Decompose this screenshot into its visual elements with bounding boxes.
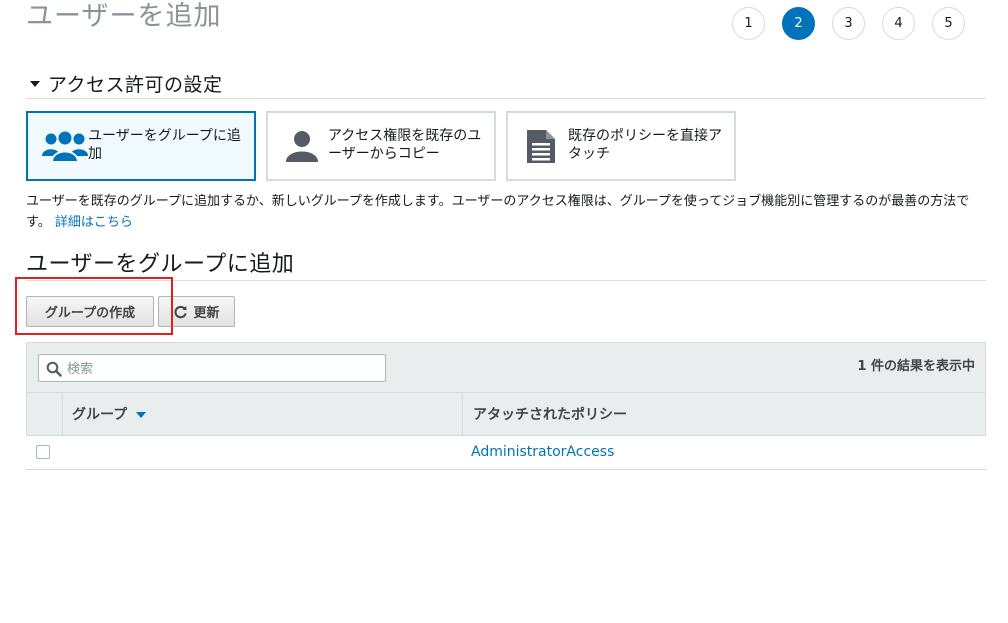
permissions-description: ユーザーを既存のグループに追加するか、新しいグループを作成します。ユーザーのアク… (26, 191, 986, 233)
step-5-button[interactable]: 5 (932, 7, 965, 40)
column-header-group-label: グループ (72, 407, 128, 423)
permissions-section-title: アクセス許可の設定 (48, 74, 223, 96)
column-header-policy[interactable]: アタッチされたポリシー (473, 393, 973, 435)
sort-descending-icon (136, 412, 147, 418)
row-policy-link[interactable]: AdministratorAccess (471, 444, 614, 460)
permissions-section-header[interactable]: アクセス許可の設定 (26, 70, 986, 99)
option-add-to-group[interactable]: ユーザーをグループに追加 (26, 111, 256, 181)
page-title: ユーザーを追加 (26, 1, 222, 32)
option-copy-permissions[interactable]: アクセス権限を既存のユーザーからコピー (266, 111, 496, 181)
option-attach-policy-label: 既存のポリシーを直接アタッチ (568, 128, 722, 162)
group-section-title: ユーザーをグループに追加 (26, 252, 295, 277)
grid-toolbar: 1 件の結果を表示中 (26, 342, 986, 393)
column-divider (62, 393, 63, 435)
user-icon (282, 128, 322, 164)
users-group-icon (42, 128, 88, 164)
table-row[interactable]: AdministratorAccess (26, 436, 986, 470)
row-checkbox[interactable] (36, 445, 50, 459)
column-header-policy-label: アタッチされたポリシー (473, 407, 627, 423)
caret-down-icon (30, 81, 40, 87)
refresh-icon (173, 304, 188, 319)
grid-header: グループ アタッチされたポリシー (26, 393, 986, 436)
search-input[interactable] (65, 357, 379, 381)
column-divider (462, 393, 463, 435)
option-add-to-group-label: ユーザーをグループに追加 (88, 128, 241, 162)
document-icon (522, 128, 562, 164)
step-3-button[interactable]: 3 (832, 7, 865, 40)
highlight-annotation (15, 277, 173, 335)
search-icon (46, 361, 62, 377)
step-2-button[interactable]: 2 (782, 7, 815, 40)
result-count: 1 件の結果を表示中 (857, 359, 975, 374)
option-attach-policy[interactable]: 既存のポリシーを直接アタッチ (506, 111, 736, 181)
step-1-button[interactable]: 1 (732, 7, 765, 40)
wizard-steps: 1 2 3 4 5 (732, 7, 965, 40)
refresh-label: 更新 (193, 306, 220, 321)
group-section-header: ユーザーをグループに追加 (26, 246, 986, 281)
option-copy-permissions-label: アクセス権限を既存のユーザーからコピー (328, 128, 482, 162)
column-header-group[interactable]: グループ (72, 393, 462, 435)
learn-more-link[interactable]: 詳細はこちら (55, 215, 133, 230)
search-box (38, 354, 386, 382)
description-text: ユーザーを既存のグループに追加するか、新しいグループを作成します。ユーザーのアク… (26, 194, 970, 230)
step-4-button[interactable]: 4 (882, 7, 915, 40)
